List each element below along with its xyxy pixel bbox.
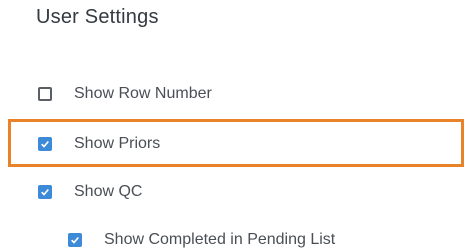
- option-show-priors[interactable]: Show Priors: [38, 135, 160, 153]
- checkmark-icon: [71, 236, 79, 244]
- option-label: Show QC: [74, 183, 143, 200]
- checkmark-icon: [41, 188, 49, 196]
- option-label: Show Row Number: [74, 85, 212, 102]
- checkbox-checked-icon[interactable]: [38, 137, 52, 151]
- checkmark-icon: [41, 140, 49, 148]
- checkbox-checked-icon[interactable]: [38, 185, 52, 199]
- checkbox-unchecked-icon[interactable]: [38, 87, 52, 101]
- option-show-row-number[interactable]: Show Row Number: [38, 85, 212, 103]
- option-label: Show Priors: [74, 135, 161, 152]
- checkbox-checked-icon[interactable]: [68, 233, 82, 247]
- option-label: Show Completed in Pending List: [104, 231, 336, 248]
- user-settings-panel: User Settings Show Row Number Show Prior…: [0, 0, 469, 252]
- option-show-completed-in-pending-list[interactable]: Show Completed in Pending List: [68, 231, 335, 249]
- section-title: User Settings: [36, 6, 159, 28]
- option-show-qc[interactable]: Show QC: [38, 183, 142, 201]
